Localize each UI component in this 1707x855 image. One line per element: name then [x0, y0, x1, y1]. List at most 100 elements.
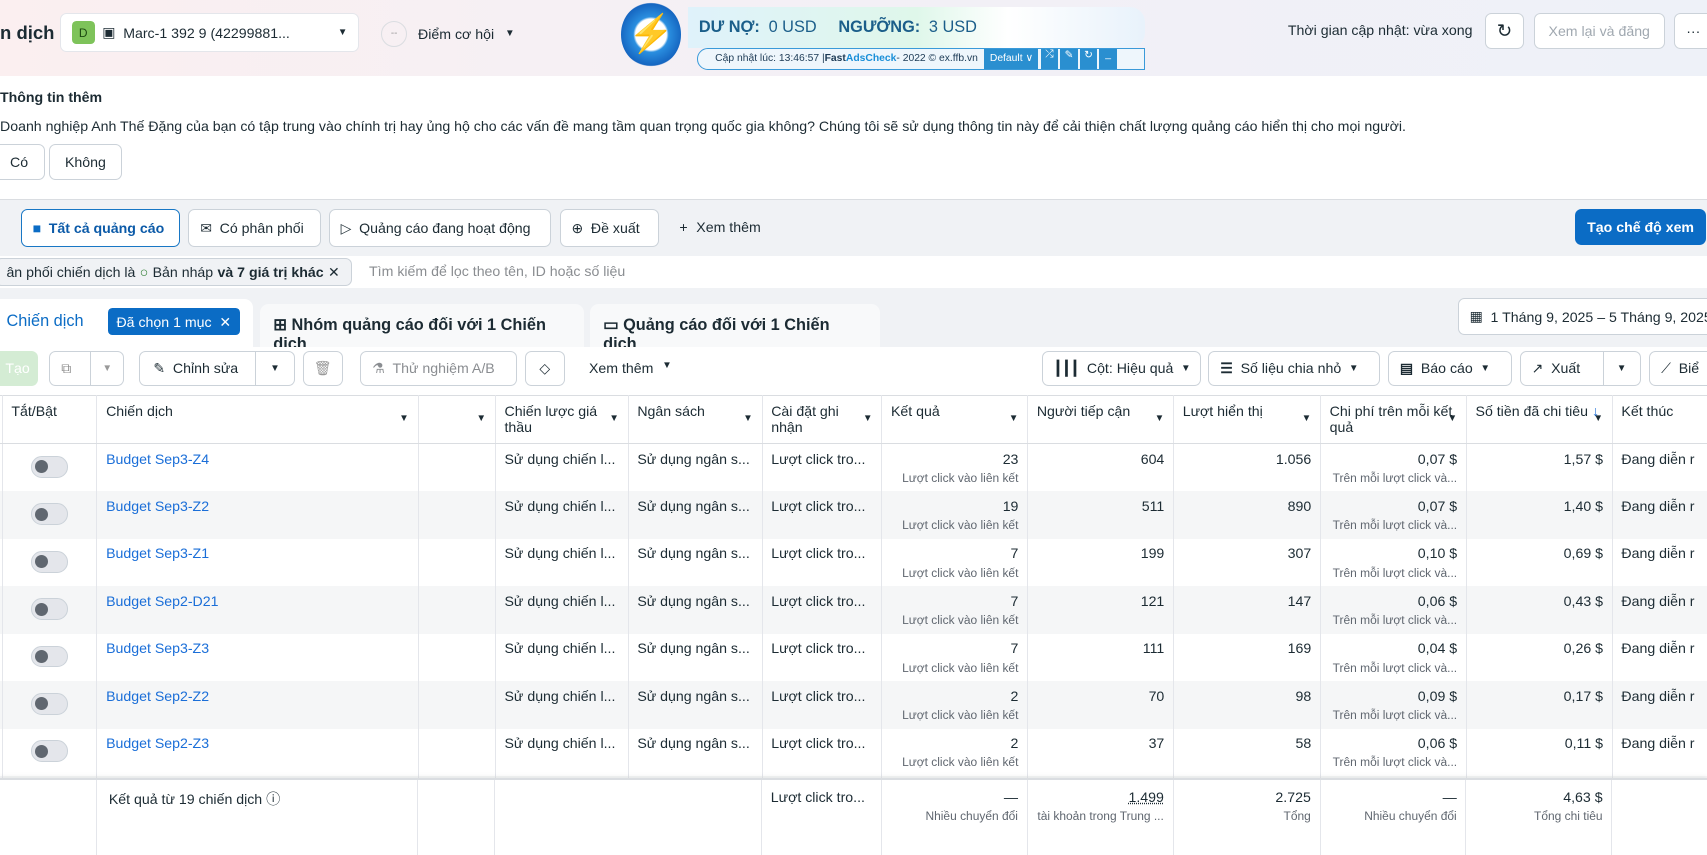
yes-button[interactable]: Có	[0, 143, 45, 180]
table-row[interactable]: Budget Sep3-Z4 Sử dụng chiến l... Sử dụn…	[0, 443, 1707, 492]
duplicate-button[interactable]: ⧉ ▼	[48, 350, 125, 387]
column-header[interactable]: Số tiền đã chi tiêu ↓ ▼	[1466, 395, 1613, 445]
sort-caret-icon[interactable]: ▼	[609, 413, 619, 424]
minimize-icon[interactable]: _	[1099, 48, 1117, 69]
info-icon[interactable]: ⓘ	[266, 791, 280, 807]
column-header[interactable]: Lượt hiển thị ▼	[1173, 395, 1321, 445]
campaign-toggle[interactable]	[31, 740, 69, 763]
opportunity-score[interactable]: -- Điểm cơ hội ▼	[381, 20, 515, 47]
column-header-label: Chi phí trên mỗi kết quả	[1329, 402, 1453, 435]
campaign-name-link[interactable]: Budget Sep2-Z2	[106, 688, 209, 704]
sort-caret-icon[interactable]: ▼	[476, 413, 486, 424]
blank-cell	[418, 491, 496, 539]
campaign-name-link[interactable]: Budget Sep3-Z3	[106, 640, 209, 656]
update-text: Cập nhật lúc: 13:46:57 |	[715, 53, 825, 65]
chevron-down-icon: ▼	[662, 360, 672, 372]
filter-chip[interactable]: ân phối chiến dịch là ○ Bản nháp và 7 giá t…	[0, 258, 352, 287]
table-row[interactable]: Budget Sep3-Z1 Sử dụng chiến l... Sử dụn…	[0, 538, 1707, 587]
campaign-toggle[interactable]	[31, 503, 69, 526]
column-header[interactable]: Chiến dịch ▼	[96, 395, 419, 445]
column-header[interactable]: Chi phí trên mỗi kết quả ▼	[1320, 395, 1467, 445]
column-header[interactable]: Kết quả ▼	[881, 395, 1029, 445]
campaign-name-link[interactable]: Budget Sep3-Z4	[106, 451, 209, 467]
create-view-button[interactable]: Tạo chế độ xem	[1575, 209, 1706, 245]
impressions-value: 98	[1173, 681, 1321, 729]
column-header[interactable]: Cài đặt ghi nhận ▼	[762, 395, 883, 445]
filter-suggested[interactable]: ⊕ Đề xuất	[559, 209, 659, 248]
review-publish-button[interactable]: Xem lại và đăng	[1533, 13, 1665, 49]
delete-button[interactable]: 🗑	[302, 350, 343, 387]
date-range-picker[interactable]: ▦ 1 Tháng 9, 2025 – 5 Tháng 9, 2025	[1457, 298, 1707, 336]
tab-adsets[interactable]: ⊞ Nhóm quảng cáo đối với 1 Chiến dịch	[260, 303, 584, 353]
column-header[interactable]: ▼	[418, 395, 496, 445]
sort-caret-icon[interactable]: ▼	[1302, 413, 1312, 424]
column-header[interactable]: Kết thúc	[1612, 395, 1707, 445]
sort-caret-icon[interactable]: ▼	[1593, 413, 1603, 424]
edit-button[interactable]: ✎ Chỉnh sửa ▼	[139, 350, 296, 387]
campaign-name-link[interactable]: Budget Sep2-D21	[106, 593, 218, 609]
profile-select[interactable]: Default ∨	[984, 48, 1039, 69]
close-icon[interactable]: ✕	[328, 264, 340, 281]
filter-active-ads[interactable]: ▷ Quảng cáo đang hoạt động	[328, 209, 551, 248]
campaign-name-link[interactable]: Budget Sep2-Z3	[106, 735, 209, 751]
columns-button[interactable]: ┃┃┃ Cột: Hiệu quả ▼	[1041, 350, 1201, 387]
column-header[interactable]: Chiến lược giá thầu ▼	[495, 395, 629, 445]
create-button[interactable]: Tạo	[0, 350, 39, 387]
debt-label: DƯ NỢ:	[698, 17, 760, 36]
sort-caret-icon[interactable]: ▼	[399, 413, 409, 424]
chart-icon: ⟋	[1661, 359, 1672, 376]
campaign-toggle[interactable]	[31, 598, 69, 621]
selected-badge[interactable]: Đã chọn 1 mục ✕	[107, 308, 240, 336]
table-row[interactable]: Budget Sep2-Z3 Sử dụng chiến l... Sử dụn…	[0, 728, 1707, 776]
sort-caret-icon[interactable]: ▼	[1009, 413, 1019, 424]
profile-value: Default	[989, 53, 1023, 65]
sort-caret-icon[interactable]: ▼	[743, 413, 753, 424]
sort-caret-icon[interactable]: ▼	[863, 413, 873, 424]
chart-button[interactable]: ⟋ Biể	[1649, 350, 1707, 387]
footer-spent-value: 4,63 $	[1563, 789, 1603, 806]
tag-button[interactable]: ◇	[524, 350, 565, 387]
column-header[interactable]: Người tiếp cận ▼	[1027, 395, 1174, 445]
campaign-toggle[interactable]	[31, 550, 69, 573]
breakdown-button[interactable]: ☰ Số liệu chia nhỏ ▼	[1208, 350, 1381, 387]
toolbar-see-more[interactable]: Xem thêm ▼	[589, 360, 672, 376]
footer-cpr: — Nhiều chuyển đổi	[1321, 780, 1467, 855]
export-button[interactable]: ↗ Xuất ▼	[1519, 350, 1641, 387]
bid-strategy: Sử dụng chiến l...	[495, 443, 629, 492]
campaign-toggle[interactable]	[31, 693, 69, 715]
filter-all-ads[interactable]: ■ Tất cả quảng cáo	[20, 209, 180, 248]
debt-value: 0 USD	[768, 17, 817, 36]
campaign-toggle[interactable]	[31, 645, 69, 668]
account-selector[interactable]: D ▣ Marc-1 392 9 (42299881... ▼	[59, 13, 360, 53]
column-header-label: Chiến lược giá thầu	[504, 402, 598, 435]
ab-test-button[interactable]: ⚗ Thử nghiệm A/B	[360, 350, 518, 387]
results-cell: 23 Lượt click vào liên kết	[881, 443, 1029, 492]
refresh-button[interactable]: ↻	[1484, 13, 1525, 49]
campaign-toggle[interactable]	[31, 456, 69, 478]
table-row[interactable]: Budget Sep3-Z3 Sử dụng chiến l... Sử dụn…	[0, 633, 1707, 682]
trash-icon: 🗑	[313, 359, 332, 376]
refresh-icon[interactable]: ↻	[1079, 48, 1098, 69]
table-row[interactable]: Budget Sep3-Z2 Sử dụng chiến l... Sử dụn…	[0, 491, 1707, 539]
footer-reach-value[interactable]: 1.499	[1036, 789, 1163, 805]
sort-caret-icon[interactable]: ▼	[1447, 413, 1457, 424]
cpr-value: 0,06 $	[1417, 592, 1458, 609]
edit-icon[interactable]: ✎	[1060, 48, 1078, 69]
filter-delivering[interactable]: ✉ Có phân phối	[188, 209, 322, 248]
table-row[interactable]: Budget Sep2-D21 Sử dụng chiến l... Sử dụ…	[0, 586, 1707, 634]
sort-caret-icon[interactable]: ▼	[1155, 413, 1165, 424]
campaign-name-link[interactable]: Budget Sep3-Z2	[106, 498, 209, 514]
see-more-filters[interactable]: + Xem thêm	[679, 219, 760, 235]
table-row[interactable]: Budget Sep2-Z2 Sử dụng chiến l... Sử dụn…	[0, 681, 1707, 729]
tab-campaigns[interactable]: Chiến dịch Đã chọn 1 mục ✕	[0, 299, 253, 348]
reports-button[interactable]: ▤ Báo cáo ▼	[1388, 350, 1513, 387]
footer-results: — Nhiều chuyển đổi	[882, 780, 1028, 855]
tab-ads[interactable]: ▭ Quảng cáo đối với 1 Chiến dịch	[590, 303, 880, 353]
shuffle-icon[interactable]: ⤮	[1040, 48, 1059, 69]
campaign-name-link[interactable]: Budget Sep3-Z1	[106, 545, 209, 561]
no-button[interactable]: Không	[48, 143, 122, 180]
column-header[interactable]: Ngân sách ▼	[628, 395, 763, 445]
more-button[interactable]: ···	[1674, 13, 1707, 49]
search-input[interactable]: Tìm kiếm để lọc theo tên, ID hoặc số liệ…	[369, 263, 625, 279]
column-header[interactable]: Tắt/Bật	[2, 395, 98, 445]
